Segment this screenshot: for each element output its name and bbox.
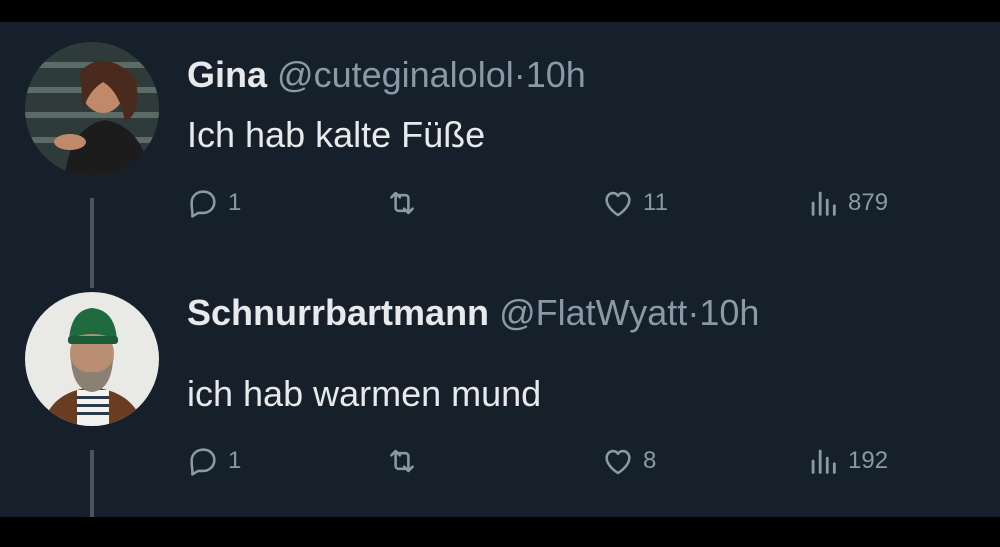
display-name[interactable]: Gina	[187, 54, 267, 95]
separator: ·	[687, 292, 700, 333]
retweet-icon	[390, 191, 414, 215]
view-count: 879	[848, 189, 889, 216]
user-handle[interactable]: @FlatWyatt	[499, 292, 687, 333]
retweet-button[interactable]	[385, 183, 419, 223]
separator: ·	[513, 54, 526, 95]
tweet-text: ich hab warmen mund	[187, 373, 542, 414]
tweet-text: Ich hab kalte Füße	[187, 114, 486, 155]
heart-icon	[605, 449, 631, 475]
like-count: 11	[643, 189, 668, 216]
like-button[interactable]: 8	[601, 441, 656, 481]
reply-icon	[190, 448, 216, 476]
avatar[interactable]	[25, 292, 159, 426]
views-button[interactable]: 192	[806, 441, 888, 481]
avatar-image	[25, 292, 159, 426]
reply-button[interactable]: 1	[186, 183, 241, 223]
action-bar: 1 8 192	[0, 441, 1000, 481]
views-icon	[811, 191, 836, 216]
reply-icon	[190, 190, 216, 218]
like-button[interactable]: 11	[601, 183, 668, 223]
views-icon	[811, 449, 836, 474]
thread-container: Gina @cuteginalolol·10h Ich hab kalte Fü…	[0, 22, 1000, 517]
timestamp[interactable]: 10h	[699, 292, 759, 333]
avatar-image	[25, 42, 159, 176]
reply-button[interactable]: 1	[186, 441, 241, 481]
avatar[interactable]	[25, 42, 159, 176]
view-count: 192	[848, 447, 889, 474]
tweet-header: Schnurrbartmann @FlatWyatt·10h	[187, 293, 759, 333]
reply-count: 1	[228, 189, 242, 216]
retweet-button[interactable]	[385, 441, 419, 481]
retweet-icon	[390, 449, 414, 473]
action-bar: 1 11 879	[0, 183, 1000, 223]
like-count: 8	[643, 447, 657, 474]
reply-count: 1	[228, 447, 242, 474]
views-button[interactable]: 879	[806, 183, 888, 223]
heart-icon	[605, 191, 631, 217]
tweet-header: Gina @cuteginalolol·10h	[187, 55, 586, 95]
display-name[interactable]: Schnurrbartmann	[187, 292, 489, 333]
timestamp[interactable]: 10h	[526, 54, 586, 95]
user-handle[interactable]: @cuteginalolol	[277, 54, 514, 95]
